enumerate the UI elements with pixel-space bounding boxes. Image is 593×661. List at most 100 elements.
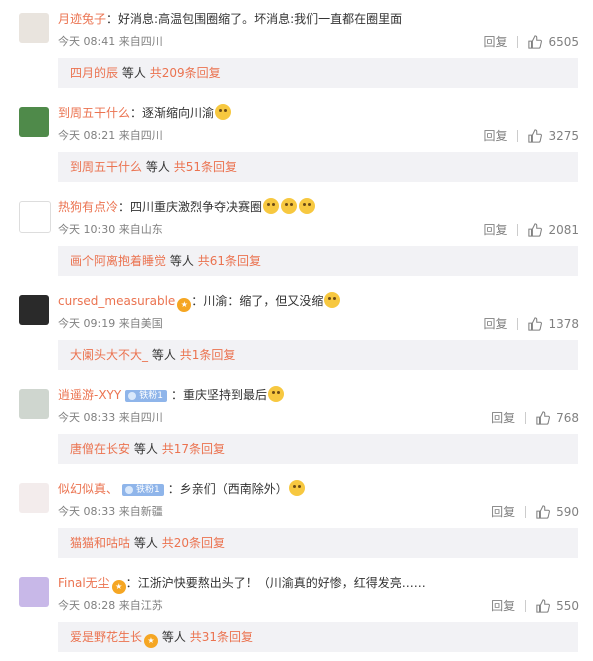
comment-text: 江浙沪快要熬出头了！（川渝真的好惨，红得发亮…… xyxy=(137,576,426,590)
like-count: 3275 xyxy=(548,128,579,143)
comment-actions: 回复 6505 xyxy=(483,33,579,50)
comment-line: Final无尘 ★ ：江浙沪快要熬出头了！（川渝真的好惨，红得发亮…… xyxy=(58,574,583,594)
replies-etc: 等人 xyxy=(169,254,194,268)
replies-summary[interactable]: 四月的辰 等人 共209条回复 xyxy=(58,58,578,88)
replies-etc: 等人 xyxy=(121,66,146,80)
reply-button[interactable]: 回复 xyxy=(483,33,507,50)
comment-line: 热狗有点冷：四川重庆激烈争夺决赛圈 xyxy=(58,198,583,216)
reply-button[interactable]: 回复 xyxy=(483,127,507,144)
like-count: 590 xyxy=(556,504,579,519)
comment-text: 逐渐缩向川渝 xyxy=(142,106,215,120)
comment-location: 来自江苏 xyxy=(118,599,163,612)
username-link[interactable]: 到周五干什么 xyxy=(58,106,130,120)
reply-button[interactable]: 回复 xyxy=(491,597,515,614)
thumbs-up-icon[interactable] xyxy=(536,598,551,613)
avatar[interactable] xyxy=(19,201,51,233)
reply-user-link[interactable]: 画个阿离抱着睡觉 xyxy=(70,254,166,268)
comment-actions: 回复 1378 xyxy=(483,315,579,332)
replies-count-link[interactable]: 共1条回复 xyxy=(180,348,236,362)
comment-text: 川渝：缩了，但又没缩 xyxy=(203,294,324,308)
replies-count-link[interactable]: 共51条回复 xyxy=(174,160,237,174)
replies-count-link[interactable]: 共17条回复 xyxy=(162,442,225,456)
comment-item: 到周五干什么：逐渐缩向川渝 今天 08:21 来自四川 回复 3275 到周五干… xyxy=(0,94,593,188)
comment-time: 今天 08:33 xyxy=(58,411,116,424)
comment-meta: 今天 08:21 来自四川 xyxy=(58,128,163,144)
comment-actions: 回复 768 xyxy=(491,409,579,426)
like-count: 1378 xyxy=(548,316,579,331)
colon: ： xyxy=(170,388,183,402)
comment-line: 似幻似真、 铁粉1 ：乡亲们（西南除外） xyxy=(58,480,583,498)
comment-text: 重庆坚持到最后 xyxy=(182,388,267,402)
laugh-cry-emoji xyxy=(263,198,280,214)
avatar[interactable] xyxy=(19,577,49,607)
replies-etc: 等人 xyxy=(161,630,186,644)
reply-button[interactable]: 回复 xyxy=(483,315,507,332)
replies-summary[interactable]: 爱是野花生长 ★ 等人 共31条回复 xyxy=(58,622,578,652)
username-link[interactable]: 热狗有点冷 xyxy=(58,200,118,214)
comment-location: 来自四川 xyxy=(118,35,163,48)
thumbs-up-icon[interactable] xyxy=(536,504,551,519)
doge-emoji xyxy=(288,480,305,496)
comment-line: 月迹兔子：好消息:高温包围圈缩了。坏消息:我们一直都在圈里面 xyxy=(58,10,583,28)
thinking-emoji xyxy=(215,104,232,120)
laugh-cry-emoji xyxy=(281,198,298,214)
comment-location: 来自新疆 xyxy=(118,505,163,518)
replies-count-link[interactable]: 共209条回复 xyxy=(150,66,221,80)
replies-summary[interactable]: 到周五干什么 等人 共51条回复 xyxy=(58,152,578,182)
avatar[interactable] xyxy=(19,13,49,43)
comment-meta: 今天 08:41 来自四川 xyxy=(58,34,163,50)
username-link[interactable]: 月迹兔子 xyxy=(58,12,106,26)
colon: ： xyxy=(191,294,204,308)
vip-icon: ★ xyxy=(111,580,126,594)
replies-summary[interactable]: 大阑头大不大_ 等人 共1条回复 xyxy=(58,340,578,370)
thumbs-up-icon[interactable] xyxy=(528,128,543,143)
comment-location: 来自美国 xyxy=(118,317,163,330)
comment-item: cursed_measurable ★ ：川渝：缩了，但又没缩 今天 09:19 来… xyxy=(0,282,593,376)
reply-user-link[interactable]: 爱是野花生长 xyxy=(70,630,142,644)
avatar[interactable] xyxy=(19,483,49,513)
reply-user-link[interactable]: 猫猫和咕咕 xyxy=(70,536,130,550)
replies-etc: 等人 xyxy=(133,536,158,550)
reply-button[interactable]: 回复 xyxy=(483,221,507,238)
thumbs-up-icon[interactable] xyxy=(528,222,543,237)
thumbs-up-icon[interactable] xyxy=(536,410,551,425)
replies-summary[interactable]: 猫猫和咕咕 等人 共20条回复 xyxy=(58,528,578,558)
reply-user-link[interactable]: 四月的辰 xyxy=(70,66,118,80)
comment-time: 今天 08:21 xyxy=(58,129,116,142)
reply-user-link[interactable]: 大阑头大不大_ xyxy=(70,348,148,362)
avatar[interactable] xyxy=(19,295,49,325)
username-link[interactable]: 似幻似真、 xyxy=(58,482,118,496)
divider xyxy=(517,129,519,142)
username-link[interactable]: 逍遥游-XYY xyxy=(58,388,121,402)
fan-badge[interactable]: 铁粉1 xyxy=(125,390,167,402)
thumbs-up-icon[interactable] xyxy=(528,34,543,49)
username-link[interactable]: cursed_measurable xyxy=(58,294,175,308)
replies-count-link[interactable]: 共61条回复 xyxy=(198,254,261,268)
replies-summary[interactable]: 唐僧在长安 等人 共17条回复 xyxy=(58,434,578,464)
avatar[interactable] xyxy=(19,389,49,419)
thumbs-up-icon[interactable] xyxy=(528,316,543,331)
comment-meta: 今天 10:30 来自山东 xyxy=(58,222,163,238)
divider xyxy=(517,35,519,48)
reply-button[interactable]: 回复 xyxy=(491,503,515,520)
fan-badge[interactable]: 铁粉1 xyxy=(122,484,164,496)
vip-icon: ★ xyxy=(177,298,192,312)
comment-item: 月迹兔子：好消息:高温包围圈缩了。坏消息:我们一直都在圈里面 今天 08:41 … xyxy=(0,0,593,94)
replies-summary[interactable]: 画个阿离抱着睡觉 等人 共61条回复 xyxy=(58,246,578,276)
colon: ： xyxy=(130,106,143,120)
comment-meta: 今天 08:33 来自四川 xyxy=(58,410,163,426)
reply-user-link[interactable]: 到周五干什么 xyxy=(70,160,142,174)
username-link[interactable]: Final无尘 xyxy=(58,576,110,590)
reply-user-link[interactable]: 唐僧在长安 xyxy=(70,442,130,456)
comment-line: cursed_measurable ★ ：川渝：缩了，但又没缩 xyxy=(58,292,583,312)
replies-count-link[interactable]: 共20条回复 xyxy=(162,536,225,550)
comment-text: 好消息:高温包围圈缩了。坏消息:我们一直都在圈里面 xyxy=(118,12,403,26)
divider xyxy=(525,505,527,518)
reply-button[interactable]: 回复 xyxy=(491,409,515,426)
replies-count-link[interactable]: 共31条回复 xyxy=(190,630,253,644)
comment-location: 来自四川 xyxy=(118,411,163,424)
colon: ： xyxy=(125,576,138,590)
avatar[interactable] xyxy=(19,107,49,137)
comment-item: 逍遥游-XYY 铁粉1 ：重庆坚持到最后 今天 08:33 来自四川 回复 768 … xyxy=(0,376,593,470)
comment-time: 今天 08:33 xyxy=(58,505,116,518)
